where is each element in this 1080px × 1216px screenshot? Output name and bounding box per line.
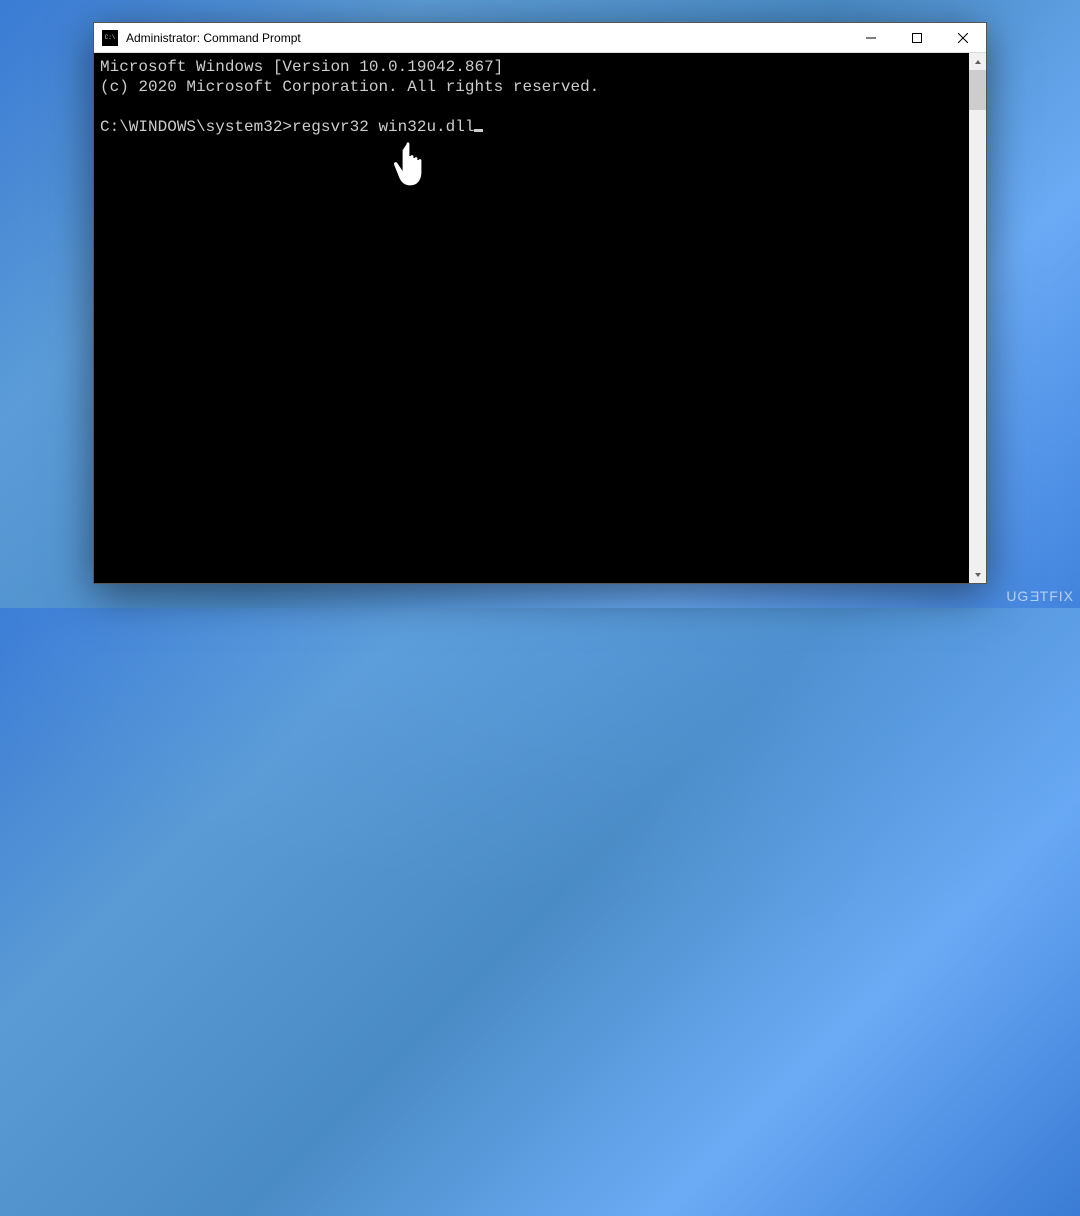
terminal-line-copyright: (c) 2020 Microsoft Corporation. All righ… <box>100 78 599 96</box>
minimize-button[interactable] <box>848 23 894 53</box>
terminal-output[interactable]: Microsoft Windows [Version 10.0.19042.86… <box>94 53 969 583</box>
cmd-icon <box>102 30 118 46</box>
vertical-scrollbar[interactable] <box>969 53 986 583</box>
command-prompt-window: Administrator: Command Prompt Microsoft … <box>93 22 987 584</box>
terminal-command: regsvr32 win32u.dll <box>292 118 474 136</box>
watermark: UGETFIX <box>1006 588 1074 604</box>
terminal-prompt: C:\WINDOWS\system32> <box>100 118 292 136</box>
scroll-down-button[interactable] <box>969 566 986 583</box>
window-controls <box>848 23 986 53</box>
close-button[interactable] <box>940 23 986 53</box>
text-cursor <box>474 129 483 132</box>
scroll-up-button[interactable] <box>969 53 986 70</box>
terminal-line-version: Microsoft Windows [Version 10.0.19042.86… <box>100 58 503 76</box>
titlebar[interactable]: Administrator: Command Prompt <box>94 23 986 53</box>
window-title: Administrator: Command Prompt <box>126 31 848 45</box>
maximize-button[interactable] <box>894 23 940 53</box>
scroll-thumb[interactable] <box>969 70 986 110</box>
